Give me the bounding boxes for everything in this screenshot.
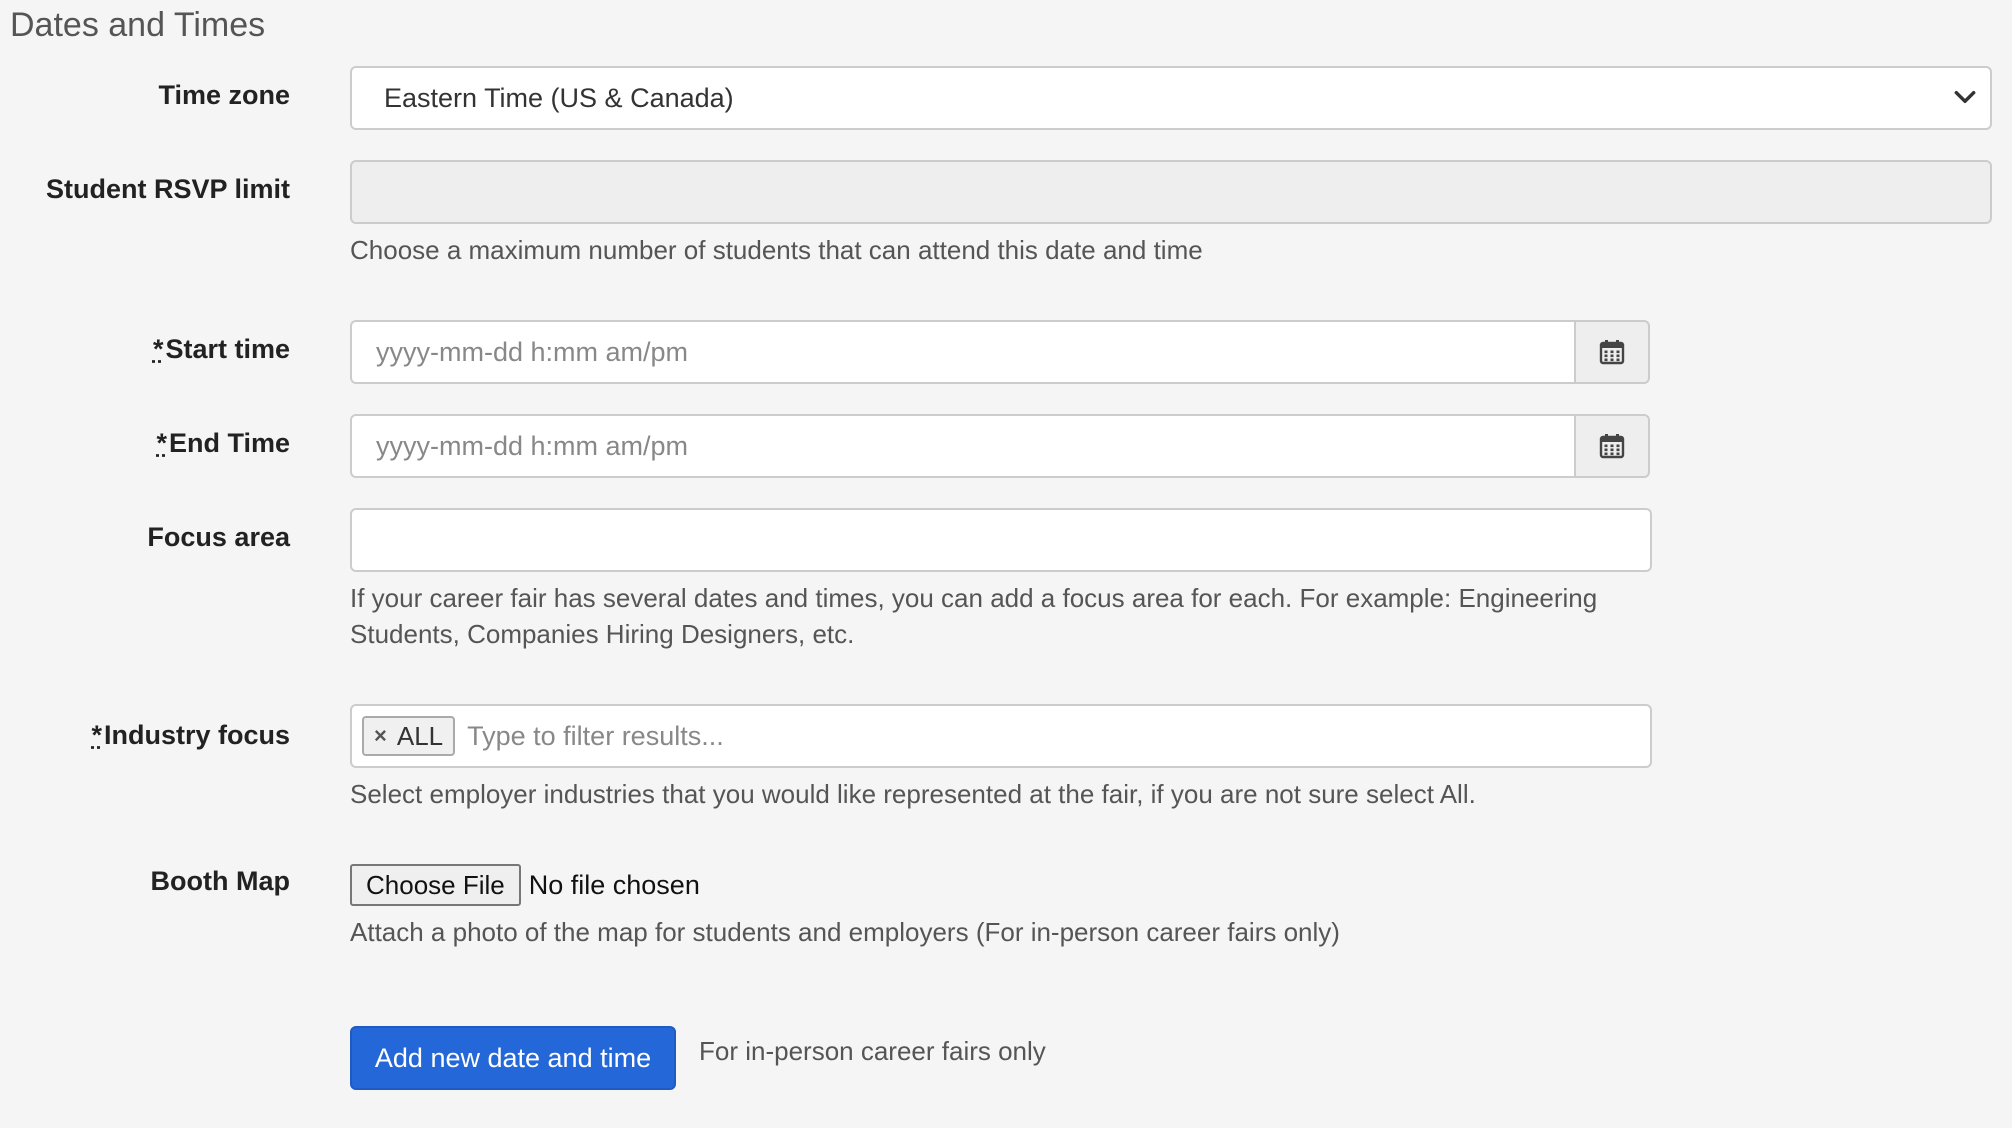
industry-focus-label-text: Industry focus: [103, 720, 290, 750]
focus-area-label: Focus area: [147, 522, 290, 552]
start-time-input[interactable]: yyyy-mm-dd h:mm am/pm: [350, 320, 1574, 384]
end-time-calendar-button[interactable]: [1574, 414, 1650, 478]
booth-map-label: Booth Map: [150, 866, 290, 896]
start-time-group: yyyy-mm-dd h:mm am/pm: [350, 320, 1650, 384]
section-title: Dates and Times: [10, 6, 266, 44]
start-time-label-text: Start time: [165, 334, 290, 364]
required-marker: *: [91, 720, 102, 750]
industry-focus-input[interactable]: × ALL Type to filter results...: [350, 704, 1652, 768]
booth-map-file-input: Choose File No file chosen: [350, 864, 700, 906]
end-time-input[interactable]: yyyy-mm-dd h:mm am/pm: [350, 414, 1574, 478]
industry-tag-label: ALL: [396, 720, 444, 751]
timezone-value: Eastern Time (US & Canada): [384, 82, 734, 113]
rsvp-limit-help: Choose a maximum number of students that…: [350, 235, 1203, 265]
add-date-time-button[interactable]: Add new date and time: [350, 1026, 676, 1090]
calendar-icon: [1599, 340, 1625, 365]
focus-area-input[interactable]: [350, 508, 1652, 572]
required-marker: *: [152, 334, 164, 364]
focus-area-help: If your career fair has several dates an…: [350, 583, 1598, 649]
timezone-label: Time zone: [158, 80, 290, 110]
timezone-select[interactable]: Eastern Time (US & Canada): [350, 66, 1992, 130]
dates-and-times-form: Dates and Times Time zone Eastern Time (…: [0, 0, 2012, 1128]
choose-file-button[interactable]: Choose File: [350, 864, 521, 906]
industry-filter-placeholder[interactable]: Type to filter results...: [467, 721, 724, 752]
industry-focus-help: Select employer industries that you woul…: [350, 779, 1476, 809]
chevron-down-icon: [1954, 90, 1976, 104]
required-marker: *: [156, 428, 167, 458]
industry-focus-label: *Industry focus: [91, 720, 290, 751]
booth-map-help: Attach a photo of the map for students a…: [350, 917, 1340, 947]
industry-tag: × ALL: [362, 716, 456, 756]
start-time-label: *Start time: [153, 334, 290, 365]
start-time-calendar-button[interactable]: [1574, 320, 1650, 384]
add-date-time-note: For in-person career fairs only: [699, 1036, 1046, 1066]
calendar-icon: [1599, 434, 1625, 459]
rsvp-limit-label: Student RSVP limit: [45, 174, 290, 204]
end-time-group: yyyy-mm-dd h:mm am/pm: [350, 414, 1650, 478]
rsvp-limit-input[interactable]: [350, 160, 1992, 224]
end-time-label-text: End Time: [168, 428, 290, 458]
file-status: No file chosen: [528, 869, 700, 900]
end-time-label: *End Time: [156, 428, 290, 459]
close-icon[interactable]: ×: [374, 723, 387, 749]
